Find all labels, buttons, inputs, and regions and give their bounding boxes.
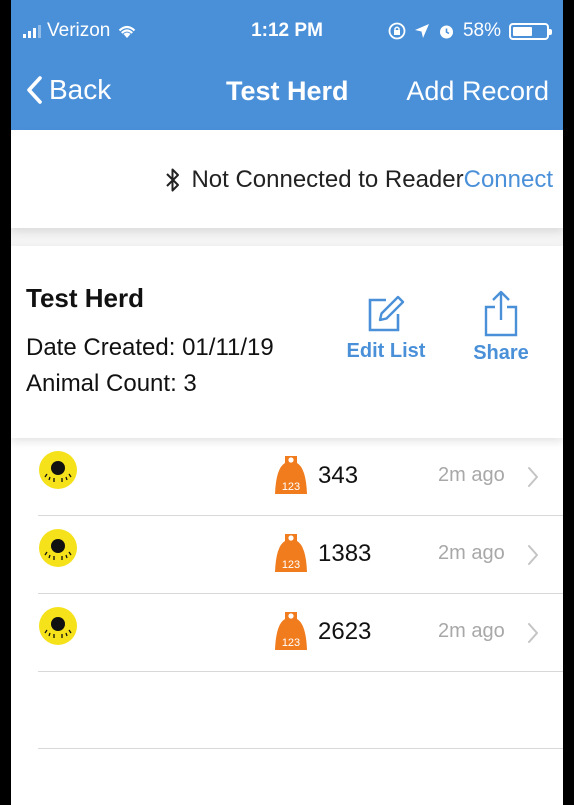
battery-fill xyxy=(513,26,532,36)
ear-tag-icon: 123 xyxy=(275,612,307,650)
eid-tag-icon xyxy=(39,529,77,567)
list-divider xyxy=(38,748,563,749)
date-created: Date Created: 01/11/19 xyxy=(26,334,274,361)
list-item[interactable]: 123 343 2m ago xyxy=(11,438,563,516)
status-right: 58% xyxy=(388,20,552,42)
chevron-right-icon xyxy=(528,467,538,487)
nav-title: Test Herd xyxy=(226,76,349,106)
connection-status: Not Connected to Reader xyxy=(191,166,464,193)
ear-tag-badge: 123 xyxy=(282,637,300,649)
chevron-right-icon xyxy=(528,545,538,565)
bluetooth-icon xyxy=(166,168,180,192)
add-record-button[interactable]: Add Record xyxy=(406,76,549,107)
record-list: 123 343 2m ago 123 1383 2m ago 123 2623 … xyxy=(11,438,563,805)
ear-tag-badge: 123 xyxy=(282,481,300,493)
share-label: Share xyxy=(473,342,529,364)
ear-tag-icon: 123 xyxy=(275,534,307,572)
ear-tag-icon: 123 xyxy=(275,456,307,494)
edit-icon xyxy=(368,295,405,332)
herd-name: Test Herd xyxy=(26,283,144,313)
connection-row: Not Connected to Reader Connect xyxy=(163,166,553,194)
eid-tag-icon xyxy=(39,451,77,489)
herd-info-card: Test Herd Date Created: 01/11/19 Animal … xyxy=(11,246,563,438)
eid-tag-icon xyxy=(39,607,77,645)
connect-button[interactable]: Connect xyxy=(464,166,553,194)
phone-screen: Verizon 1:12 PM 58% Back Test Herd Add R… xyxy=(11,0,563,805)
nav-bar: Back Test Herd Add Record xyxy=(11,54,563,130)
alarm-icon xyxy=(439,25,453,38)
rotation-lock-icon xyxy=(388,22,406,40)
tag-number: 2623 xyxy=(318,618,372,645)
share-button[interactable]: Share xyxy=(466,290,536,365)
status-bar: Verizon 1:12 PM 58% xyxy=(11,0,563,54)
reader-connection-bar: Not Connected to Reader Connect xyxy=(11,130,563,228)
time-ago: 2m ago xyxy=(438,464,505,486)
time-ago: 2m ago xyxy=(438,542,505,564)
time-ago: 2m ago xyxy=(438,620,505,642)
animal-count: Animal Count: 3 xyxy=(26,370,197,397)
tag-number: 1383 xyxy=(318,540,372,567)
list-item[interactable]: 123 2623 2m ago xyxy=(11,594,563,672)
back-button[interactable]: Back xyxy=(25,74,111,106)
share-icon xyxy=(484,290,518,337)
chevron-right-icon xyxy=(528,623,538,643)
battery-icon xyxy=(509,22,552,40)
section-gap xyxy=(11,228,563,246)
row-divider xyxy=(38,671,563,672)
edit-list-label: Edit List xyxy=(346,340,426,362)
battery-percent: 58% xyxy=(462,20,501,41)
list-item[interactable]: 123 1383 2m ago xyxy=(11,516,563,594)
location-icon xyxy=(414,24,429,38)
edit-list-button[interactable]: Edit List xyxy=(341,292,431,363)
ear-tag-badge: 123 xyxy=(282,559,300,571)
tag-number: 343 xyxy=(318,462,359,489)
back-label: Back xyxy=(49,74,112,105)
chevron-left-icon xyxy=(27,76,42,104)
